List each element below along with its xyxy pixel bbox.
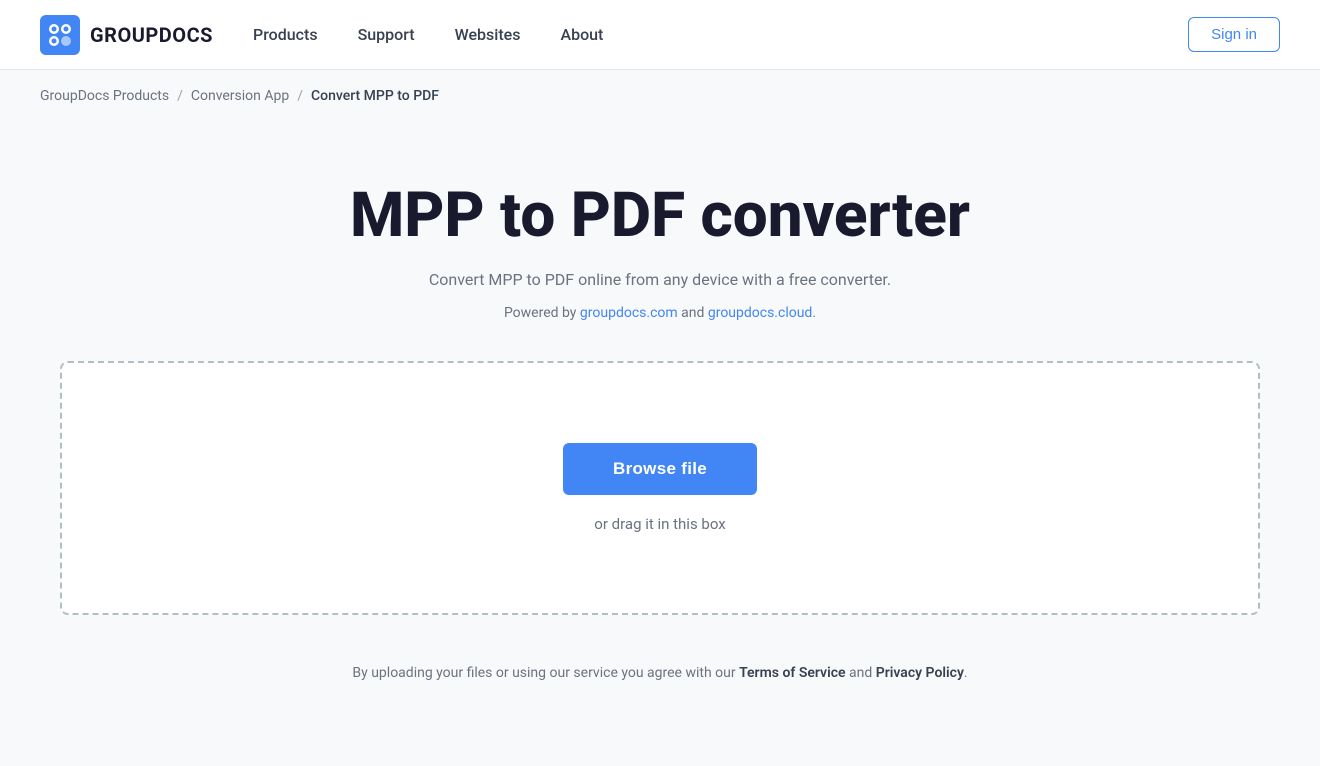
navbar-left: GROUPDOCS Products Support Websites Abou…: [40, 15, 603, 55]
privacy-policy-link[interactable]: Privacy Policy: [876, 665, 964, 681]
upload-box[interactable]: Browse file or drag it in this box: [60, 361, 1260, 615]
breadcrumb: GroupDocs Products / Conversion App / Co…: [0, 70, 1320, 122]
breadcrumb-item-groupdocs[interactable]: GroupDocs Products: [40, 88, 169, 104]
groupdocs-cloud-link[interactable]: groupdocs.cloud: [708, 305, 813, 321]
terms-of-service-link[interactable]: Terms of Service: [739, 665, 845, 681]
breadcrumb-separator-1: /: [177, 88, 183, 104]
logo-link[interactable]: GROUPDOCS: [40, 15, 213, 55]
breadcrumb-separator-2: /: [297, 88, 303, 104]
nav-links: Products Support Websites About: [253, 25, 603, 44]
nav-item-products[interactable]: Products: [253, 25, 318, 44]
powered-suffix: .: [812, 305, 816, 321]
breadcrumb-item-conversion[interactable]: Conversion App: [191, 88, 289, 104]
footer-note: By uploading your files or using our ser…: [352, 665, 967, 681]
footer-suffix: .: [964, 665, 968, 681]
logo-icon: [40, 15, 80, 55]
nav-item-about[interactable]: About: [560, 25, 603, 44]
powered-by: Powered by groupdocs.com and groupdocs.c…: [504, 305, 816, 321]
page-title: MPP to PDF converter: [350, 182, 970, 250]
sign-in-button[interactable]: Sign in: [1188, 17, 1280, 52]
navbar: GROUPDOCS Products Support Websites Abou…: [0, 0, 1320, 70]
powered-prefix: Powered by: [504, 305, 580, 321]
page-subtitle: Convert MPP to PDF online from any devic…: [429, 270, 891, 289]
main-content: MPP to PDF converter Convert MPP to PDF …: [0, 122, 1320, 721]
footer-middle: and: [846, 665, 876, 681]
footer-prefix: By uploading your files or using our ser…: [352, 665, 739, 681]
breadcrumb-item-current: Convert MPP to PDF: [311, 88, 439, 104]
nav-item-support[interactable]: Support: [358, 25, 415, 44]
nav-item-websites[interactable]: Websites: [455, 25, 521, 44]
powered-middle: and: [678, 305, 708, 321]
groupdocs-com-link[interactable]: groupdocs.com: [580, 305, 678, 321]
browse-file-button[interactable]: Browse file: [563, 443, 757, 495]
logo-text: GROUPDOCS: [90, 23, 213, 47]
drag-drop-text: or drag it in this box: [594, 515, 725, 533]
